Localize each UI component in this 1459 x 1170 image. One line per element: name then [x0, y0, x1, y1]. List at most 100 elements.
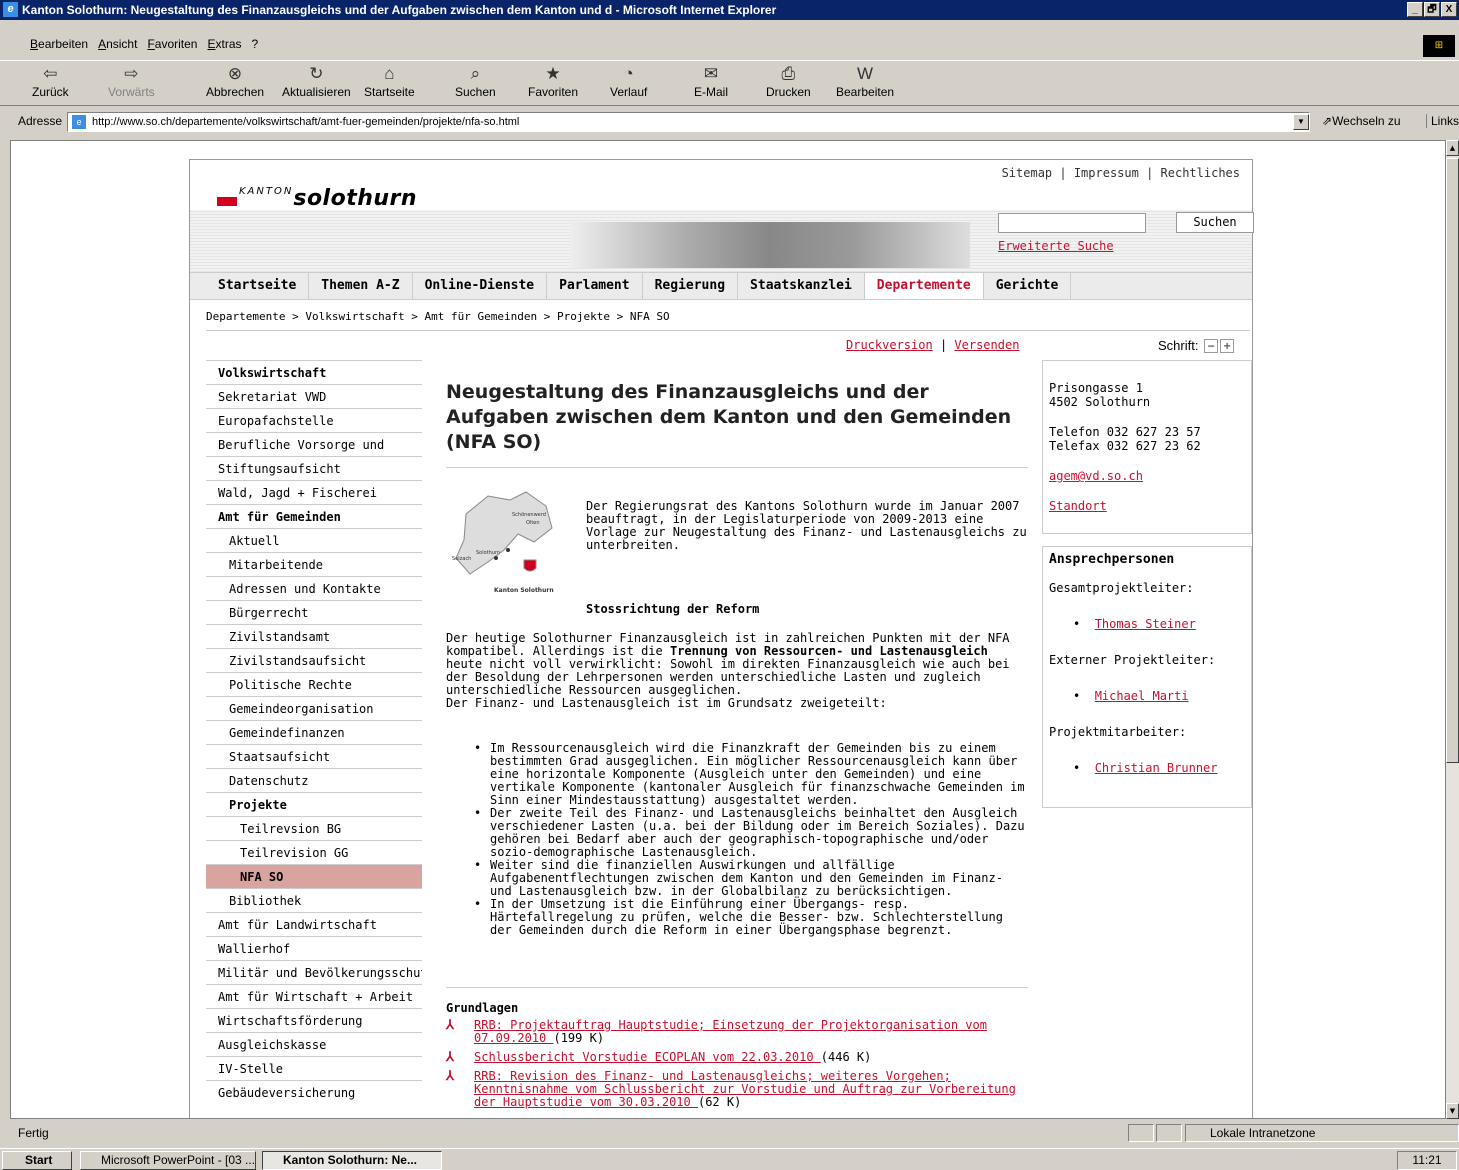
sidebar-item[interactable]: IV-Stelle [206, 1056, 422, 1080]
sidebar-item[interactable]: Bürgerrecht [206, 600, 422, 624]
nav-tab-staatskanzlei[interactable]: Staatskanzlei [738, 273, 865, 299]
sidebar-item[interactable]: Gemeindefinanzen [206, 720, 422, 744]
menu-bearbeiten[interactable]: Bearbeiten [30, 37, 96, 51]
nav-tab-parlament[interactable]: Parlament [547, 273, 643, 299]
sidebar-item[interactable]: Sekretariat VWD [206, 384, 422, 408]
nav-tab-gerichte[interactable]: Gerichte [984, 273, 1072, 299]
address-dropdown-button[interactable]: ▼ [1293, 114, 1309, 130]
sidebar-item[interactable]: Ausgleichskasse [206, 1032, 422, 1056]
sidebar-item[interactable]: Amt für Wirtschaft + Arbeit [206, 984, 422, 1008]
location-link[interactable]: Standort [1049, 499, 1107, 513]
nav-tab-startseite[interactable]: Startseite [206, 273, 310, 299]
toolbar-button-bearbeiten[interactable]: W Bearbeiten [836, 63, 894, 99]
sidebar-item[interactable]: Politische Rechte [206, 672, 422, 696]
site-logo[interactable]: KANTONsolothurn [217, 186, 417, 211]
status-segment [1128, 1124, 1154, 1142]
nav-tab-departemente[interactable]: Departemente [864, 273, 984, 299]
ie-logo-icon: e [3, 2, 18, 17]
sidebar-item[interactable]: Wald, Jagd + Fischerei [206, 480, 422, 504]
sidebar-item[interactable]: Amt für Gemeinden [206, 504, 422, 528]
sidebar-item[interactable]: Berufliche Vorsorge und [206, 432, 422, 456]
minimize-button[interactable]: _ [1407, 2, 1423, 17]
menu-help[interactable]: ? [252, 37, 267, 51]
sidebar-item[interactable]: Wallierhof [206, 936, 422, 960]
map-label-schoenenwerd: Schönenwerd [512, 512, 546, 518]
list-item: In der Umsetzung ist die Einführung eine… [474, 898, 1028, 937]
toolbar-button-aktualisieren[interactable]: ↻ Aktualisieren [282, 63, 351, 99]
nav-tab-themen-a-z[interactable]: Themen A-Z [309, 273, 413, 299]
sidebar-item[interactable]: NFA SO [206, 864, 422, 888]
document-link[interactable]: RRB: Revision des Finanz- und Lastenausg… [474, 1069, 1016, 1109]
toolbar-button-suchen[interactable]: ⌕ Suchen [455, 63, 496, 99]
sidebar-item[interactable]: Aktuell [206, 528, 422, 552]
sidebar-item[interactable]: Projekte [206, 792, 422, 816]
nav-tab-regierung[interactable]: Regierung [643, 273, 739, 299]
toolbar-button-verlauf[interactable]: ◔ Verlauf [610, 63, 647, 99]
menu-extras[interactable]: Extras [207, 37, 249, 51]
go-button[interactable]: ⇗Wechseln zu [1322, 114, 1401, 128]
sidebar-item[interactable]: Wirtschaftsförderung [206, 1008, 422, 1032]
font-size-label: Schrift: [1158, 338, 1199, 353]
sidebar-item[interactable]: Adressen und Kontakte [206, 576, 422, 600]
sidebar-item[interactable]: Stiftungsaufsicht [206, 456, 422, 480]
sidebar-item[interactable]: Datenschutz [206, 768, 422, 792]
sidebar-item[interactable]: Staatsaufsicht [206, 744, 422, 768]
status-text: Fertig [18, 1126, 49, 1140]
document-item: ⅄ RRB: Revision des Finanz- und Lastenaus… [446, 1070, 1028, 1109]
toolbar-button-drucken[interactable]: ⎙ Drucken [766, 63, 811, 99]
sidebar-item[interactable]: Europafachstelle [206, 408, 422, 432]
person-link[interactable]: Thomas Steiner [1095, 617, 1196, 631]
sidebar-item[interactable]: Amt für Landwirtschaft [206, 912, 422, 936]
role-label: Projektmitarbeiter: [1049, 725, 1187, 739]
taskbar-item-powerpoint[interactable]: Microsoft PowerPoint - [03 ... [80, 1151, 256, 1170]
sidebar-item[interactable]: Volkswirtschaft [206, 360, 422, 384]
taskbar-item-ie[interactable]: Kanton Solothurn: Ne... [262, 1151, 442, 1170]
toolbar-button-startseite[interactable]: ⌂ Startseite [364, 63, 415, 99]
toolbar-button-zur-ck[interactable]: ⇦ Zurück [32, 63, 69, 99]
top-links[interactable]: Sitemap | Impressum | Rechtliches [1002, 166, 1240, 180]
person-link[interactable]: Christian Brunner [1095, 761, 1218, 775]
toolbar-button-favoriten[interactable]: ★ Favoriten [528, 63, 578, 99]
sidebar-item[interactable]: Gebäudeversicherung [206, 1080, 422, 1104]
scroll-down-button[interactable]: ▼ [1446, 1103, 1459, 1119]
nav-tab-online-dienste[interactable]: Online-Dienste [413, 273, 548, 299]
contact-email-link[interactable]: agem@vd.so.ch [1049, 469, 1143, 483]
sidebar-item[interactable]: Zivilstandsamt [206, 624, 422, 648]
font-smaller-button[interactable]: − [1204, 339, 1219, 353]
scroll-thumb[interactable] [1446, 158, 1459, 763]
person-link[interactable]: Michael Marti [1095, 689, 1189, 703]
menu-ansicht[interactable]: Ansicht [98, 37, 145, 51]
print-link[interactable]: Druckversion [846, 338, 933, 352]
sidebar-item[interactable]: Militär und Bevölkerungsschutz [206, 960, 422, 984]
advanced-search-link[interactable]: Erweiterte Suche [998, 239, 1114, 253]
scroll-up-button[interactable]: ▲ [1446, 140, 1459, 156]
menu-favoriten[interactable]: Favoriten [147, 37, 205, 51]
address-input[interactable]: e http://www.so.ch/departemente/volkswir… [67, 112, 1310, 132]
start-button[interactable]: Start [2, 1151, 72, 1170]
toolbar-button-abbrechen[interactable]: ⊗ Abbrechen [206, 63, 264, 99]
toolbar-button-e-mail[interactable]: ✉ E-Mail [694, 63, 728, 99]
search-button[interactable]: Suchen [1176, 212, 1254, 233]
font-larger-button[interactable]: + [1220, 339, 1235, 353]
sidebar-item[interactable]: Teilrevision GG [206, 840, 422, 864]
sidebar-item[interactable]: Mitarbeitende [206, 552, 422, 576]
document-link[interactable]: RRB: Projektauftrag Hauptstudie; Einsetz… [474, 1018, 987, 1045]
send-link[interactable]: Versenden [954, 338, 1019, 352]
toolbar-button-vorw-rts[interactable]: ⇨ Vorwärts [108, 63, 155, 99]
sidebar-item[interactable]: Teilrevsion BG [206, 816, 422, 840]
document-link[interactable]: Schlussbericht Vorstudie ECOPLAN vom 22.… [474, 1050, 821, 1064]
bullet-list: Im Ressourcenausgleich wird die Finanzkr… [446, 742, 1028, 937]
close-button[interactable]: X [1441, 2, 1457, 17]
sidebar-item[interactable]: Gemeindeorganisation [206, 696, 422, 720]
window-titlebar[interactable]: e Kanton Solothurn: Neugestaltung des Fi… [0, 0, 1459, 20]
sidebar-item[interactable]: Bibliothek [206, 888, 422, 912]
vertical-scrollbar[interactable]: ▲ ▼ [1446, 140, 1459, 1119]
back-arrow-icon: ⇦ [43, 64, 58, 83]
para-bold-text: Trennung von Ressourcen- und Lastenausgl… [669, 644, 988, 658]
search-input[interactable] [998, 213, 1146, 233]
maximize-button[interactable]: 🗗 [1424, 2, 1440, 17]
page-viewport: KANTONsolothurn Sitemap | Impressum | Re… [10, 140, 1446, 1119]
sidebar-item[interactable]: Zivilstandsaufsicht [206, 648, 422, 672]
breadcrumb[interactable]: Departemente > Volkswirtschaft > Amt für… [206, 310, 670, 323]
links-button[interactable]: Links [1426, 114, 1459, 128]
